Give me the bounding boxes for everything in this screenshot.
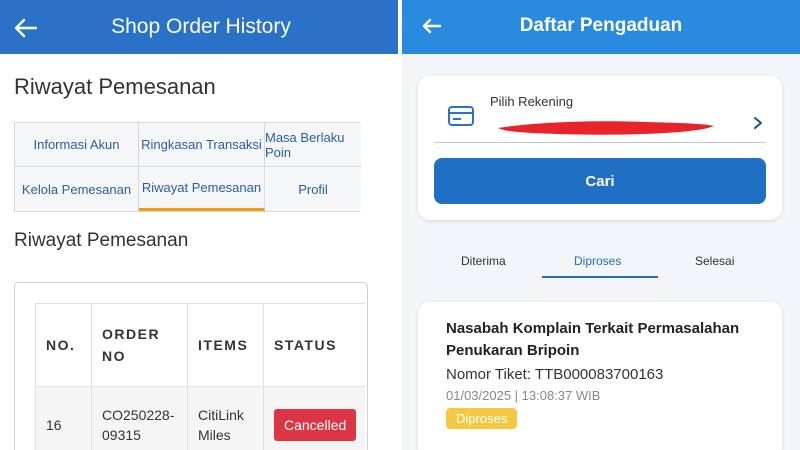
section-heading: Riwayat Pemesanan [14, 230, 189, 251]
app-bar-title: Shop Order History [111, 15, 291, 38]
tab-informasi-akun[interactable]: Informasi Akun [15, 123, 139, 167]
credit-card-icon [448, 106, 474, 126]
search-button[interactable]: Cari [434, 158, 766, 204]
account-field-underline [434, 142, 766, 143]
shop-order-history-screen: Shop Order History Riwayat Pemesanan Inf… [0, 0, 398, 450]
status-badge: Diproses [446, 408, 518, 429]
cell-order-no: CO250228-09315 [91, 387, 187, 450]
tab-diproses[interactable]: Diproses [574, 254, 621, 268]
ticket-number: Nomor Tiket: TTB000083700163 [446, 366, 664, 383]
order-table-card: NO. ORDER NO ITEMS STATUS 16 CO250228-09… [14, 282, 368, 450]
status-tabs: Diterima Diproses Selesai [402, 240, 800, 280]
complaint-timestamp: 01/03/2025 | 13:08:37 WIB [446, 388, 601, 403]
cell-no: 16 [35, 387, 91, 450]
app-bar: Daftar Pengaduan [402, 0, 800, 54]
app-bar-title: Daftar Pengaduan [519, 15, 683, 36]
account-selector-card: Pilih Rekening Cari [418, 76, 782, 220]
account-label: Pilih Rekening [490, 94, 574, 109]
complaint-title: Nasabah Komplain Terkait Permasalahan Pe… [446, 320, 740, 359]
tab-selesai[interactable]: Selesai [695, 254, 734, 268]
cell-items: CitiLink Miles [187, 387, 263, 450]
header-status: STATUS [263, 304, 365, 386]
table-row: 16 CO250228-09315 CitiLink Miles Cancell… [35, 387, 365, 450]
chevron-right-icon[interactable] [752, 116, 764, 130]
back-arrow-icon[interactable] [12, 14, 40, 42]
active-tab-indicator [542, 276, 658, 278]
status-badge-cancelled[interactable]: Cancelled [274, 408, 357, 441]
redaction-mark [498, 121, 714, 135]
tab-riwayat-pemesanan[interactable]: Riwayat Pemesanan [139, 167, 265, 211]
header-items: ITEMS [187, 304, 263, 386]
complaint-list-screen: Daftar Pengaduan Pilih Rekening Cari Dit… [402, 0, 800, 450]
tab-kelola-pemesanan[interactable]: Kelola Pemesanan [15, 167, 139, 211]
header-order-no: ORDER NO [91, 304, 187, 386]
tab-masa-berlaku-poin[interactable]: Masa Berlaku Poin [265, 123, 361, 167]
app-bar: Shop Order History [0, 0, 398, 54]
page-title: Riwayat Pemesanan [14, 74, 216, 99]
account-tabs: Informasi Akun Ringkasan Transaksi Masa … [14, 122, 361, 212]
header-no: NO. [35, 304, 91, 386]
tab-diterima[interactable]: Diterima [461, 254, 506, 268]
complaint-card[interactable]: Nasabah Komplain Terkait Permasalahan Pe… [418, 302, 782, 450]
cell-status: Cancelled [263, 387, 365, 450]
tab-ringkasan-transaksi[interactable]: Ringkasan Transaksi [139, 123, 265, 167]
tab-profil[interactable]: Profil [265, 167, 361, 211]
table-header: NO. ORDER NO ITEMS STATUS [35, 303, 365, 387]
screenshot: Shop Order History Riwayat Pemesanan Inf… [0, 0, 800, 450]
